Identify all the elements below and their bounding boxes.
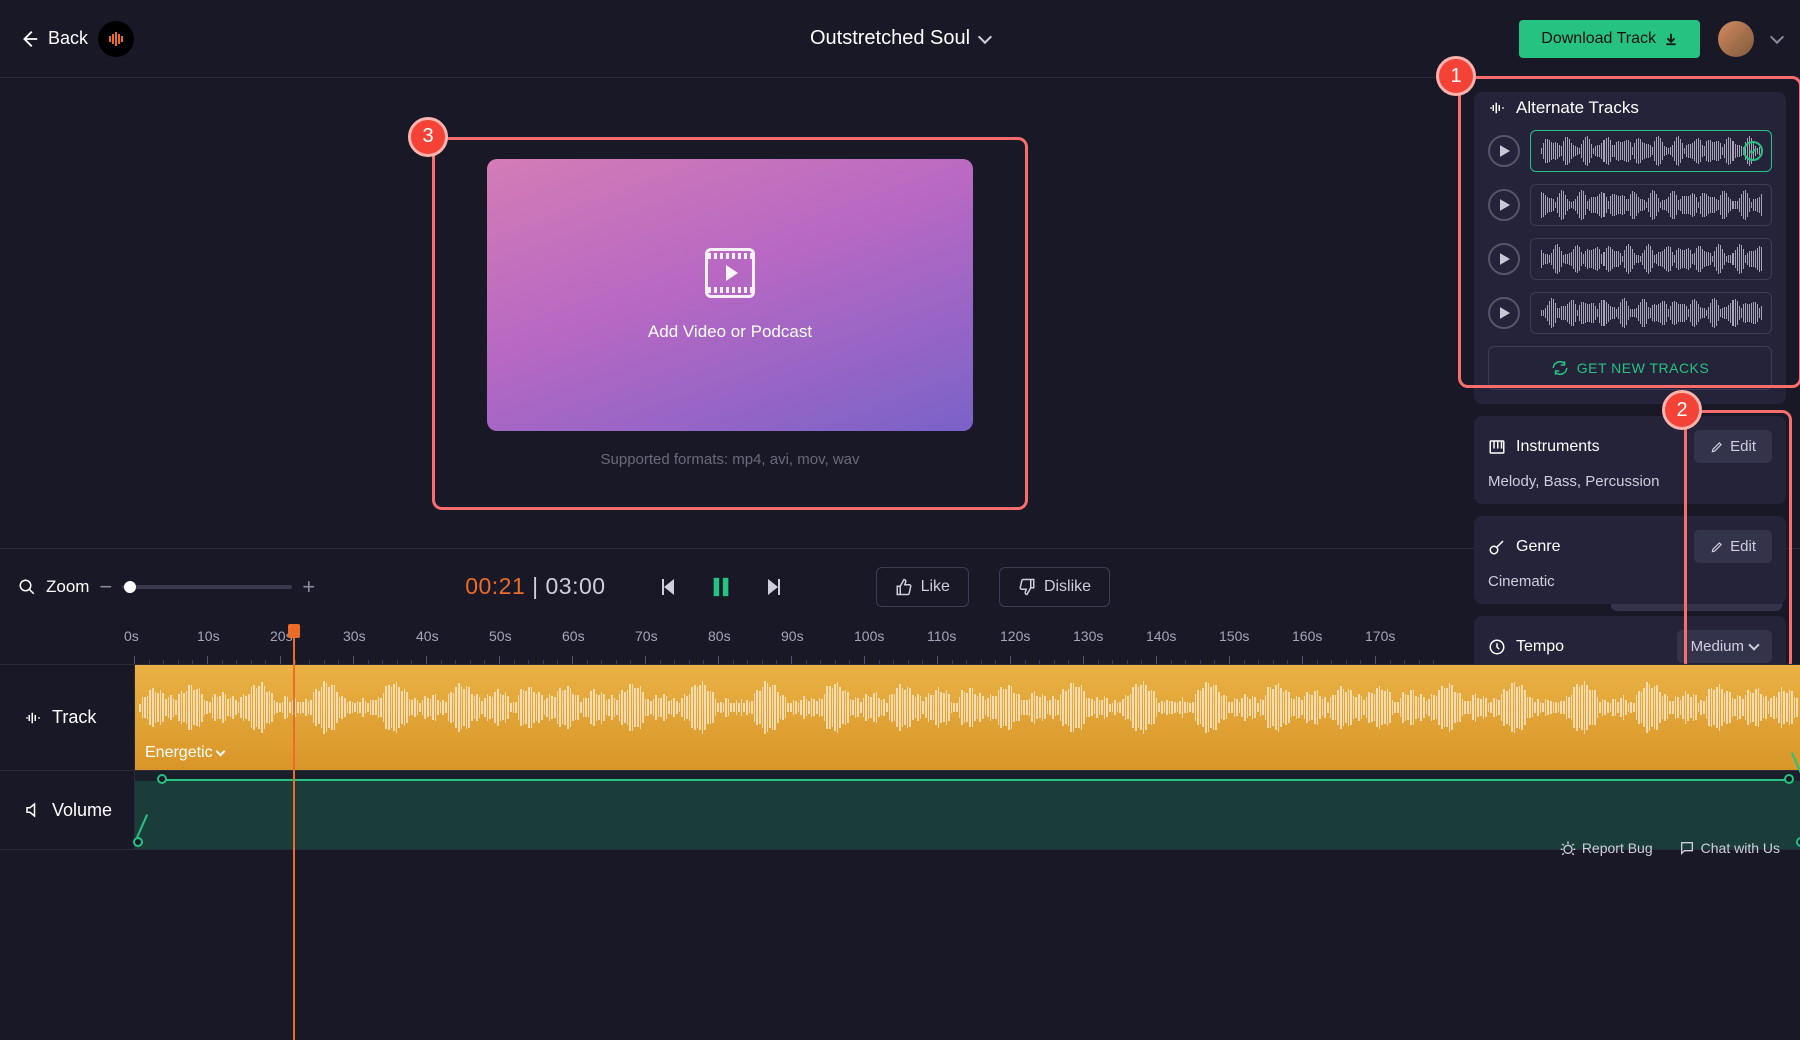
pencil-icon [1710, 540, 1724, 554]
chevron-down-icon [978, 29, 992, 43]
speaker-icon [24, 801, 42, 819]
footer-bar: Report Bug Chat with Us [0, 834, 1800, 862]
callout-2-badge: 2 [1662, 390, 1702, 430]
user-menu-chevron-icon[interactable] [1770, 29, 1784, 43]
get-new-label: GET NEW TRACKS [1577, 360, 1710, 376]
instruments-edit-button[interactable]: Edit [1694, 430, 1772, 463]
download-icon [1664, 32, 1678, 46]
bug-icon [1560, 840, 1576, 856]
alternate-waveform[interactable] [1530, 184, 1772, 226]
playhead[interactable] [293, 624, 295, 1040]
genre-edit-button[interactable]: Edit [1694, 530, 1772, 563]
audio-region[interactable]: Energetic [134, 665, 1800, 770]
genre-value: Cinematic [1488, 573, 1772, 590]
genre-title: Genre [1516, 538, 1560, 556]
instruments-value: Melody, Bass, Percussion [1488, 473, 1772, 490]
like-button[interactable]: Like [876, 567, 969, 607]
alternate-track-row [1488, 184, 1772, 226]
alternate-play-button[interactable] [1488, 297, 1520, 329]
dislike-label: Dislike [1044, 578, 1091, 596]
alternate-waveform[interactable] [1530, 238, 1772, 280]
alternate-track-row [1488, 130, 1772, 172]
instruments-edit-label: Edit [1730, 438, 1756, 455]
report-bug-button[interactable]: Report Bug [1560, 840, 1653, 856]
upload-cta-text: Add Video or Podcast [648, 322, 812, 342]
alternate-play-button[interactable] [1488, 189, 1520, 221]
waveform-icon [24, 709, 42, 727]
guitar-icon [1488, 538, 1506, 556]
chat-icon [1679, 840, 1695, 856]
pause-button[interactable] [710, 574, 732, 600]
upload-dropzone[interactable]: Add Video or Podcast [487, 159, 973, 431]
search-icon [18, 578, 36, 596]
callout-3-badge: 3 [408, 117, 448, 157]
arrow-left-icon [18, 28, 40, 50]
zoom-out-button[interactable]: − [99, 574, 112, 600]
top-bar: Back Outstretched Soul Download Track [0, 0, 1800, 78]
zoom-in-button[interactable]: + [302, 574, 315, 600]
download-track-button[interactable]: Download Track [1519, 20, 1700, 58]
alternate-waveform[interactable] [1530, 130, 1772, 172]
app-logo [98, 21, 134, 57]
back-label: Back [48, 28, 88, 49]
chevron-down-icon [215, 747, 225, 757]
download-label: Download Track [1541, 30, 1656, 48]
alternate-track-row [1488, 292, 1772, 334]
track-row-label: Track [0, 665, 134, 770]
dislike-button[interactable]: Dislike [999, 567, 1110, 607]
alternate-play-button[interactable] [1488, 135, 1520, 167]
like-label: Like [921, 578, 950, 596]
zoom-slider[interactable] [122, 585, 292, 589]
track-title-text: Outstretched Soul [810, 27, 970, 50]
check-icon [1743, 141, 1763, 161]
callout-1-badge: 1 [1436, 56, 1476, 96]
refresh-icon [1551, 359, 1569, 377]
timeline: 0s10s20s30s40s50s60s70s80s90s100s110s120… [0, 624, 1800, 850]
instruments-panel: Instruments Edit Melody, Bass, Percussio… [1474, 416, 1786, 504]
instruments-title: Instruments [1516, 438, 1600, 456]
pencil-icon [1710, 440, 1724, 454]
track-row: Track Energetic [0, 664, 1800, 770]
time-total: 03:00 [546, 573, 606, 599]
track-title[interactable]: Outstretched Soul [810, 27, 990, 50]
skip-forward-button[interactable] [762, 575, 786, 599]
waveform-icon [1488, 99, 1506, 117]
alternate-play-button[interactable] [1488, 243, 1520, 275]
back-button[interactable]: Back [18, 28, 88, 50]
video-clip-icon [705, 248, 755, 298]
alternate-track-row [1488, 238, 1772, 280]
genre-edit-label: Edit [1730, 538, 1756, 555]
user-avatar[interactable] [1718, 21, 1754, 57]
mood-selector[interactable]: Energetic [145, 744, 224, 762]
time-current: 00:21 [465, 573, 525, 599]
skip-back-button[interactable] [656, 575, 680, 599]
alternate-tracks-panel: Alternate Tracks GET NEW TRACKS [1474, 92, 1786, 404]
supported-formats: Supported formats: mp4, avi, mov, wav [460, 451, 1000, 468]
time-display: 00:21 | 03:00 [465, 573, 605, 600]
genre-panel: Genre Edit Cinematic [1474, 516, 1786, 604]
thumbs-down-icon [1018, 578, 1036, 596]
chat-button[interactable]: Chat with Us [1679, 840, 1780, 856]
zoom-label: Zoom [46, 577, 89, 597]
get-new-tracks-button[interactable]: GET NEW TRACKS [1488, 346, 1772, 390]
piano-icon [1488, 438, 1506, 456]
ruler-tick: 170s [1375, 624, 1448, 664]
time-ruler[interactable]: 0s10s20s30s40s50s60s70s80s90s100s110s120… [0, 624, 1800, 664]
alternate-waveform[interactable] [1530, 292, 1772, 334]
thumbs-up-icon [895, 578, 913, 596]
alternate-title: Alternate Tracks [1516, 98, 1639, 118]
